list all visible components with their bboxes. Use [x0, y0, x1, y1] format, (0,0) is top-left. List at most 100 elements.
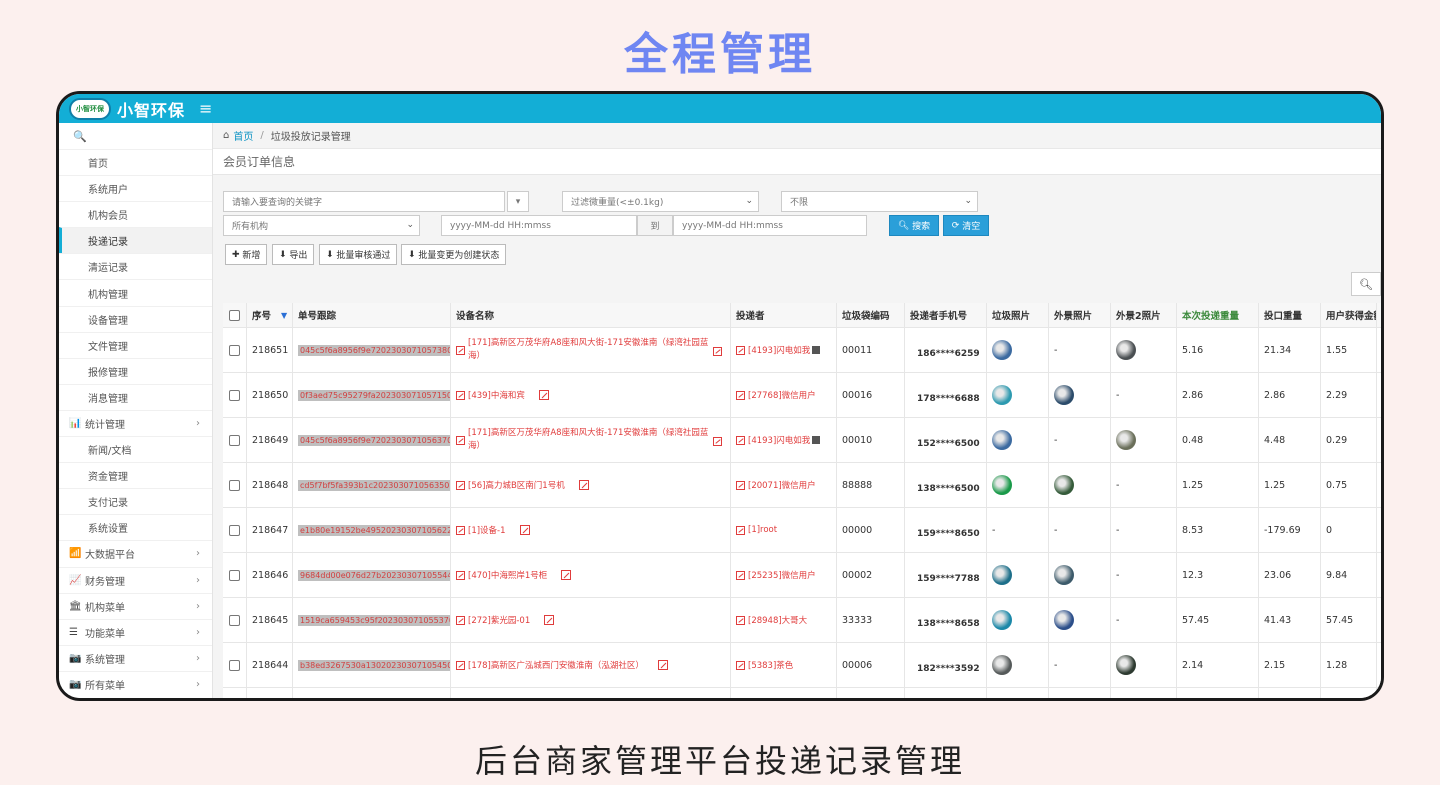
- device-name-link[interactable]: [56]高力城B区南门1号机: [468, 479, 565, 491]
- sidebar-item[interactable]: 消息管理: [59, 383, 212, 410]
- column-header[interactable]: 本次投递重量: [1177, 303, 1259, 327]
- keyword-dropdown-button[interactable]: ▾: [507, 191, 529, 212]
- outdoor-photo-2[interactable]: [1116, 340, 1136, 360]
- unlimited-select[interactable]: 不限 ⌄: [781, 191, 978, 212]
- clear-button[interactable]: ⟳ 清空: [943, 215, 989, 236]
- row-checkbox[interactable]: [229, 614, 240, 626]
- outdoor-photo[interactable]: [1054, 475, 1074, 495]
- sidebar-item[interactable]: 🏛 机构菜单 ›: [59, 592, 212, 619]
- sidebar-item[interactable]: 清运记录: [59, 253, 212, 279]
- garbage-photo[interactable]: [992, 385, 1012, 405]
- trace-number[interactable]: b38ed3267530a1302023030710545029: [298, 659, 450, 671]
- trace-number[interactable]: 9684dd00e076d27b2023030710554405: [298, 569, 450, 581]
- row-checkbox[interactable]: [229, 569, 240, 581]
- garbage-photo[interactable]: [992, 610, 1012, 630]
- row-checkbox[interactable]: [229, 659, 240, 671]
- trace-number[interactable]: e1b80e19152be4952023030710562201: [298, 524, 450, 536]
- end-time-input[interactable]: yyyy-MM-dd HH:mmss: [673, 215, 867, 236]
- outdoor-photo-2[interactable]: [1116, 655, 1136, 675]
- column-header[interactable]: 投口重量: [1259, 303, 1321, 327]
- sidebar-item[interactable]: 资金管理: [59, 462, 212, 488]
- user-link[interactable]: [5383]茶色: [748, 659, 793, 671]
- sidebar-item[interactable]: 首页: [59, 149, 212, 175]
- trace-number[interactable]: 1519ca659453c95f2023030710553706: [298, 614, 450, 626]
- sidebar-item[interactable]: 机构管理: [59, 279, 212, 305]
- sidebar-item[interactable]: 📊 统计管理 ›: [59, 409, 212, 436]
- edit-icon[interactable]: [578, 480, 589, 490]
- edit-icon[interactable]: [538, 390, 549, 400]
- export-button[interactable]: ⬇ 导出: [272, 244, 315, 265]
- column-header[interactable]: 投递者: [731, 303, 837, 327]
- row-checkbox[interactable]: [229, 344, 240, 356]
- edit-icon[interactable]: [713, 347, 722, 356]
- edit-icon[interactable]: [561, 570, 572, 580]
- org-select[interactable]: 所有机构 ⌄: [223, 215, 420, 236]
- trace-number[interactable]: 0f3aed75c95279fa2023030710571502: [298, 389, 450, 401]
- outdoor-photo-2[interactable]: [1116, 430, 1136, 450]
- row-checkbox[interactable]: [229, 524, 240, 536]
- trace-number[interactable]: cd5f7bf5fa393b1c2023030710563502: [298, 479, 450, 491]
- device-name-link[interactable]: [470]中海熙岸1号柜: [468, 569, 547, 581]
- garbage-photo[interactable]: [992, 655, 1012, 675]
- table-search-button[interactable]: 🔍︎: [1351, 272, 1381, 296]
- edit-icon[interactable]: [657, 660, 668, 670]
- menu-toggle-icon[interactable]: ≡: [199, 99, 212, 118]
- start-time-input[interactable]: yyyy-MM-dd HH:mmss: [441, 215, 637, 236]
- user-link[interactable]: [4193]闪电如我: [748, 344, 810, 356]
- trace-number[interactable]: 045c5f6a8956f9e72023030710573808: [298, 344, 450, 356]
- device-name-link[interactable]: [171]高新区万茂华府A8座和风大街-171安徽淮南（绿湾社园蓝海）: [468, 427, 713, 453]
- sidebar-item[interactable]: 支付记录: [59, 488, 212, 514]
- user-link[interactable]: [27768]微信用户: [748, 389, 816, 401]
- column-header[interactable]: 单号跟踪: [293, 303, 451, 327]
- user-link[interactable]: [25235]微信用户: [748, 569, 816, 581]
- batch-status-button[interactable]: ⬇ 批量变更为创建状态: [401, 244, 507, 265]
- user-link[interactable]: [20071]微信用户: [748, 479, 816, 491]
- outdoor-photo[interactable]: [1054, 385, 1074, 405]
- sidebar-item[interactable]: 投递记录: [59, 227, 212, 254]
- edit-icon[interactable]: [544, 615, 555, 625]
- sidebar-item[interactable]: 机构会员: [59, 201, 212, 227]
- outdoor-photo[interactable]: [1054, 565, 1074, 585]
- sidebar-item[interactable]: 系统用户: [59, 175, 212, 201]
- sort-icon[interactable]: ▼: [281, 311, 287, 320]
- device-name-link[interactable]: [439]中海和宾: [468, 389, 525, 401]
- breadcrumb-home[interactable]: 首页: [233, 128, 253, 143]
- user-link[interactable]: [28948]大哥大: [748, 614, 807, 626]
- user-link[interactable]: [4193]闪电如我: [748, 434, 810, 446]
- sidebar-item[interactable]: 新闻/文档: [59, 436, 212, 462]
- sidebar-item[interactable]: 报修管理: [59, 357, 212, 384]
- user-link[interactable]: [1]root: [748, 525, 777, 535]
- sidebar-search-icon[interactable]: 🔍: [59, 123, 212, 149]
- keyword-input[interactable]: 请输入要查询的关键字: [223, 191, 505, 212]
- column-header[interactable]: 外景2照片: [1111, 303, 1177, 327]
- sidebar-item[interactable]: 📷 所有菜单 ›: [59, 670, 212, 697]
- select-all-checkbox[interactable]: [229, 309, 240, 321]
- batch-approve-button[interactable]: ⬇ 批量审核通过: [319, 244, 398, 265]
- row-checkbox[interactable]: [229, 434, 240, 446]
- column-header[interactable]: 投递者手机号: [905, 303, 987, 327]
- garbage-photo[interactable]: [992, 340, 1012, 360]
- add-button[interactable]: ✚ 新增: [225, 244, 268, 265]
- sidebar-item[interactable]: 📈 财务管理 ›: [59, 566, 212, 593]
- edit-icon[interactable]: [519, 525, 530, 535]
- edit-icon[interactable]: [713, 437, 722, 446]
- column-header[interactable]: 序号 ▼: [247, 303, 293, 327]
- column-header[interactable]: 设备名称: [451, 303, 731, 327]
- trace-number[interactable]: 045c5f6a8956f9e72023030710563707: [298, 434, 450, 446]
- device-name-link[interactable]: [178]高新区广泓城西门安徽淮南（泓湖社区）: [468, 659, 644, 671]
- sidebar-item[interactable]: 文件管理: [59, 331, 212, 358]
- sidebar-item[interactable]: 📶 大数据平台 ›: [59, 540, 212, 566]
- weight-filter-select[interactable]: 过滤微重量(<±0.1kg) ⌄: [562, 191, 759, 212]
- column-header[interactable]: 垃圾照片: [987, 303, 1049, 327]
- sidebar-item[interactable]: ☰ 功能菜单 ›: [59, 618, 212, 645]
- sidebar-item[interactable]: 系统设置: [59, 514, 212, 540]
- row-checkbox[interactable]: [229, 479, 240, 491]
- row-checkbox[interactable]: [229, 389, 240, 401]
- device-name-link[interactable]: [171]高新区万茂华府A8座和风大街-171安徽淮南（绿湾社园蓝海）: [468, 337, 713, 363]
- garbage-photo[interactable]: [992, 430, 1012, 450]
- outdoor-photo[interactable]: [1054, 610, 1074, 630]
- device-name-link[interactable]: [1]设备-1: [468, 524, 506, 536]
- garbage-photo[interactable]: [992, 565, 1012, 585]
- search-button[interactable]: 🔍︎ 搜索: [889, 215, 939, 236]
- garbage-photo[interactable]: [992, 475, 1012, 495]
